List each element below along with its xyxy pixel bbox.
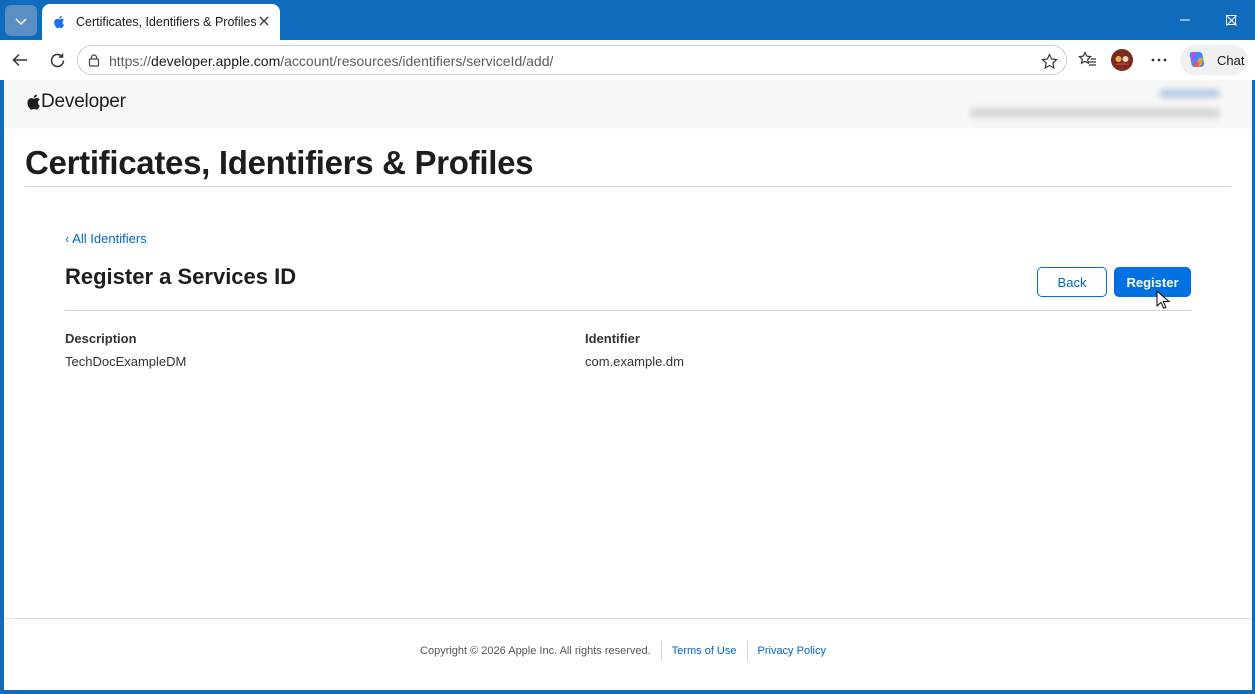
browser-titlebar: Certificates, Identifiers & Profiles - (0, 0, 1255, 40)
all-identifiers-link[interactable]: ‹ All Identifiers (65, 231, 147, 246)
page-viewport: Developer Certificates, Identifiers & Pr… (4, 80, 1252, 690)
profile-avatar[interactable] (1108, 46, 1136, 74)
copyright-text: Copyright © 2026 Apple Inc. All rights r… (420, 641, 662, 661)
tab-actions-button[interactable] (5, 5, 37, 36)
close-icon (1225, 14, 1237, 26)
address-bar[interactable]: https://developer.apple.com/account/reso… (77, 45, 1067, 75)
apple-favicon-icon (52, 15, 66, 29)
lock-icon[interactable] (87, 53, 101, 67)
minimize-button[interactable] (1162, 0, 1208, 40)
developer-logo-text: Developer (41, 91, 126, 112)
url-host: developer.apple.com (151, 53, 281, 69)
favorite-button[interactable] (1038, 50, 1060, 72)
description-value: TechDocExampleDM (65, 354, 187, 369)
back-button[interactable]: Back (1037, 267, 1107, 297)
favorites-star-list-icon (1077, 51, 1096, 66)
account-menu-redacted[interactable] (960, 86, 1220, 122)
title-divider (25, 186, 1231, 187)
identifier-label: Identifier (585, 331, 640, 346)
global-nav: Developer (4, 80, 1252, 129)
apple-logo-icon (27, 94, 40, 110)
footer: Copyright © 2026 Apple Inc. All rights r… (4, 640, 1252, 662)
chevron-down-icon (15, 17, 27, 25)
close-icon (259, 16, 269, 26)
refresh-icon (50, 53, 64, 67)
copilot-icon (1189, 52, 1205, 67)
developer-home-link[interactable]: Developer (26, 91, 126, 113)
browser-tab[interactable]: Certificates, Identifiers & Profiles - (42, 4, 280, 40)
tab-title: Certificates, Identifiers & Profiles - (76, 15, 256, 29)
minimize-icon (1180, 19, 1190, 21)
mouse-cursor-icon (1156, 290, 1171, 309)
privacy-policy-link[interactable]: Privacy Policy (746, 641, 836, 661)
url-text[interactable]: https://developer.apple.com/account/reso… (109, 53, 553, 69)
window-close-button[interactable] (1208, 0, 1254, 40)
chat-label: Chat (1217, 52, 1245, 68)
back-nav-button[interactable] (6, 46, 34, 74)
more-dots-icon (1151, 58, 1167, 62)
terms-of-use-link[interactable]: Terms of Use (662, 641, 747, 661)
footer-divider (4, 618, 1252, 619)
description-label: Description (65, 331, 137, 346)
url-path: /account/resources/identifiers/serviceId… (280, 53, 554, 69)
browser-toolbar: https://developer.apple.com/account/reso… (0, 40, 1255, 80)
section-divider (65, 310, 1191, 311)
star-icon (1040, 52, 1058, 69)
identifier-value: com.example.dm (585, 354, 684, 369)
avatar-icon (1111, 49, 1133, 71)
favorites-button[interactable] (1073, 46, 1101, 74)
refresh-button[interactable] (43, 46, 71, 74)
more-menu-button[interactable] (1145, 46, 1173, 74)
arrow-left-icon (12, 53, 27, 67)
section-title: Register a Services ID (65, 264, 297, 289)
tab-close-button[interactable] (256, 13, 272, 29)
url-scheme: https:// (109, 53, 152, 69)
copilot-chat-button[interactable]: Chat (1180, 45, 1248, 75)
register-button[interactable]: Register (1114, 267, 1191, 297)
page-title: Certificates, Identifiers & Profiles (25, 144, 534, 181)
